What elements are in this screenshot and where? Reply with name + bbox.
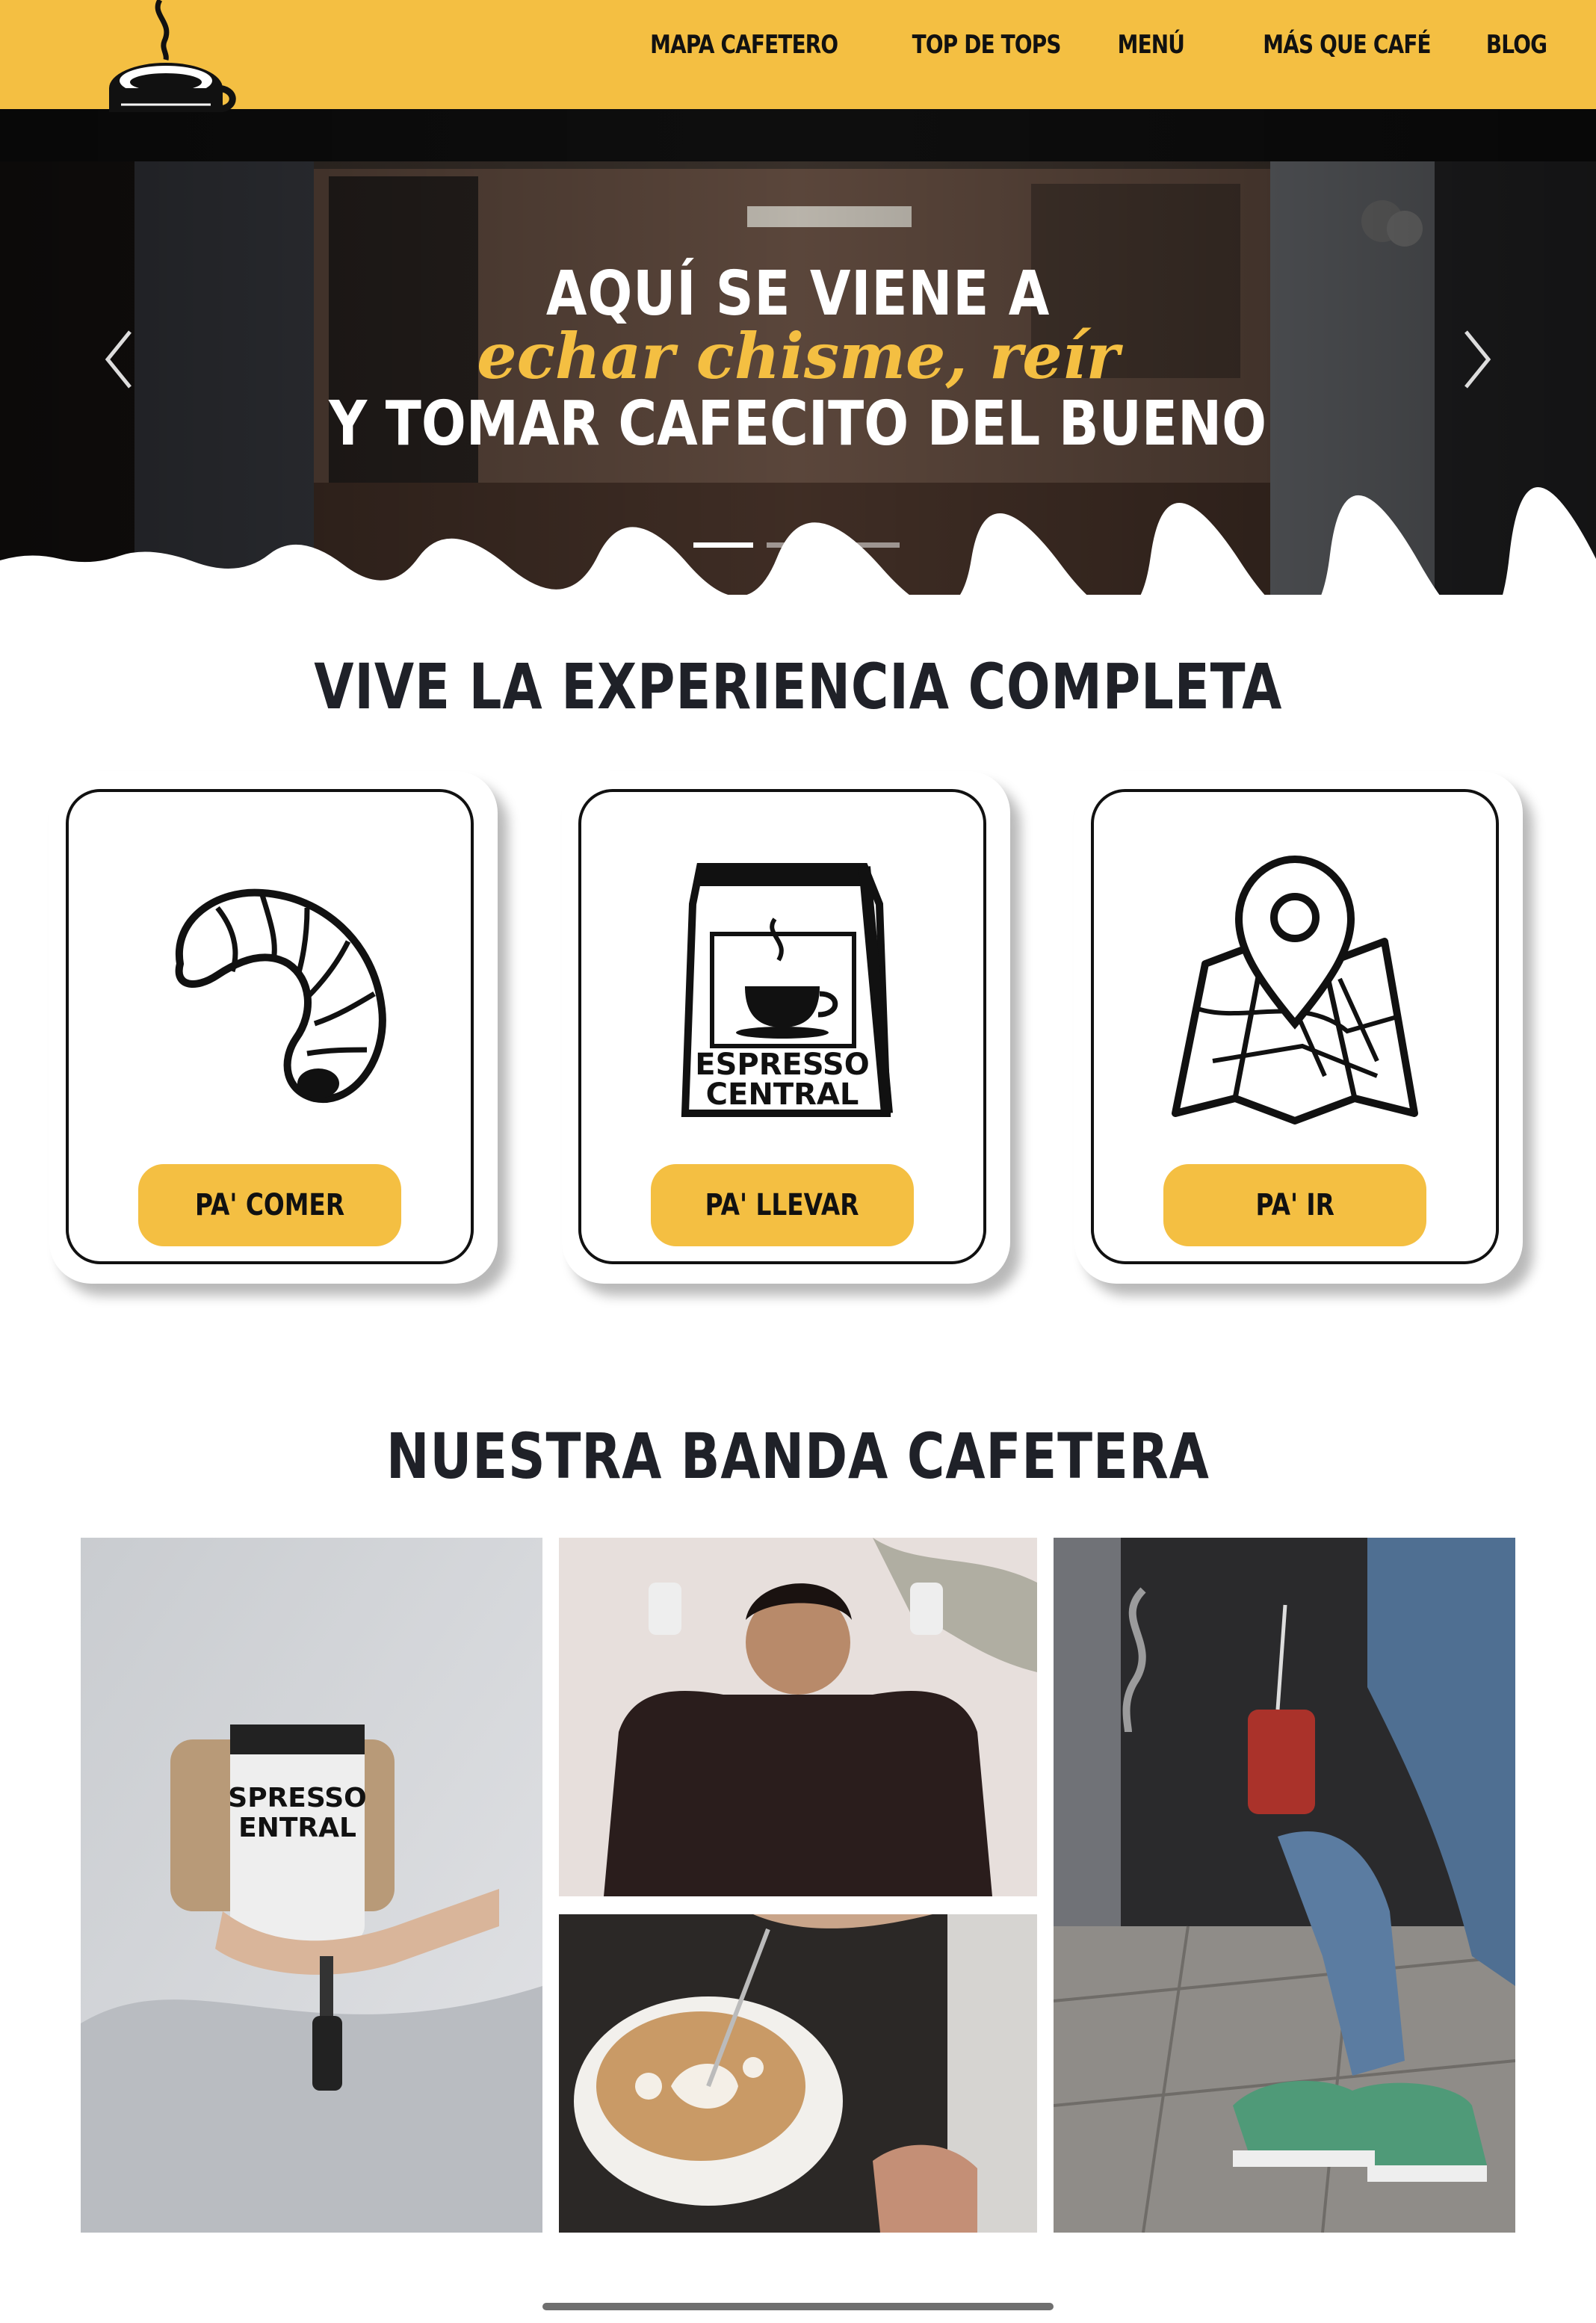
hero-headline: AQUÍ SE VIENE A echar chisme, reír Y TOM… (0, 259, 1596, 460)
pa-llevar-button[interactable]: PA' LLEVAR (651, 1164, 914, 1246)
smiling-man-photo[interactable] (559, 1538, 1037, 1896)
croissant-icon (175, 888, 386, 1104)
svg-text:ENTRAL: ENTRAL (238, 1813, 356, 1843)
nav-menu[interactable]: MENÚ (1118, 30, 1185, 60)
nav-blog[interactable]: BLOG (1486, 30, 1547, 60)
coffee-cup-logo-icon[interactable] (91, 0, 241, 112)
cup-with-wallet-photo[interactable]: SPRESSO ENTRAL (81, 1538, 542, 2233)
hero-line-3: Y TOMAR CAFECITO DEL BUENO (329, 389, 1267, 460)
svg-text:SPRESSO: SPRESSO (228, 1783, 366, 1813)
community-title: NUESTRA BANDA CAFETERA (386, 1420, 1210, 1493)
home-indicator (542, 2303, 1054, 2310)
nav-top-de-tops[interactable]: TOP DE TOPS (912, 30, 1062, 60)
map-pin-icon (1172, 855, 1418, 1125)
bag-label-central: CENTRAL (706, 1077, 859, 1112)
card-pa-llevar[interactable]: ESPRESSO CENTRAL PA' LLEVAR (578, 789, 986, 1264)
pa-comer-button[interactable]: PA' COMER (138, 1164, 401, 1246)
card-pa-comer[interactable]: PA' COMER (66, 789, 474, 1264)
hero-line-1: AQUÍ SE VIENE A (545, 259, 1051, 330)
carousel-dot-1[interactable] (693, 542, 753, 548)
carousel-indicators (693, 542, 900, 548)
carousel-prev-arrow-icon[interactable] (100, 326, 137, 393)
card-pa-ir[interactable]: PA' IR (1091, 789, 1499, 1264)
carousel-next-arrow-icon[interactable] (1459, 326, 1496, 393)
carousel-dot-2[interactable] (767, 542, 826, 548)
hero-carousel: AQUÍ SE VIENE A echar chisme, reír Y TOM… (0, 109, 1596, 595)
coffee-bag-icon: ESPRESSO CENTRAL (681, 863, 893, 1117)
main-nav: MAPA CAFETERO TOP DE TOPS MENÚ MÁS QUE C… (609, 30, 1547, 60)
nav-mas-que-cafe[interactable]: MÁS QUE CAFÉ (1263, 30, 1431, 60)
nav-mapa-cafetero[interactable]: MAPA CAFETERO (650, 30, 838, 60)
latte-art-photo[interactable] (559, 1914, 1037, 2233)
iced-drink-sneakers-photo[interactable] (1054, 1538, 1515, 2233)
pa-ir-button[interactable]: PA' IR (1163, 1164, 1426, 1246)
hero-line-2: echar chisme, reír (477, 319, 1119, 393)
experience-title: VIVE LA EXPERIENCIA COMPLETA (314, 650, 1282, 723)
carousel-dot-3[interactable] (840, 542, 900, 548)
site-header: MAPA CAFETERO TOP DE TOPS MENÚ MÁS QUE C… (0, 0, 1596, 112)
